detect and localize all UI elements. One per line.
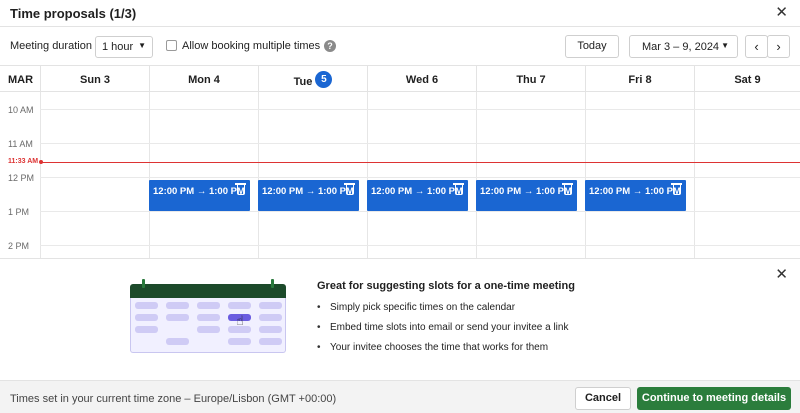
meeting-duration-value: 1 hour (102, 41, 134, 53)
info-bullet: Simply pick specific times on the calend… (317, 302, 568, 313)
time-slot-label: 12:00 PM → 1:00 PM (153, 186, 245, 197)
day-header-sun: Sun 3 (40, 66, 149, 93)
info-bullet: Your invitee chooses the time that works… (317, 342, 568, 353)
illustration-cell (259, 326, 282, 333)
current-time-line (40, 162, 800, 163)
illustration-header (130, 284, 286, 298)
info-panel-bullets: Simply pick specific times on the calend… (317, 302, 568, 362)
week-calendar: MAR Sun 3 Mon 4 Tue 5 Wed 6 Thu 7 Fri 8 S… (0, 65, 800, 258)
trash-icon[interactable] (344, 183, 355, 195)
time-label: 12 PM (8, 173, 35, 183)
current-time-label: 11:33 AM (8, 158, 39, 165)
help-icon[interactable]: ? (324, 40, 336, 52)
day-header-fri: Fri 8 (585, 66, 694, 93)
dialog-title: Time proposals (1/3) (10, 6, 137, 21)
illustration-cell (259, 302, 282, 309)
time-slot-mon[interactable]: 12:00 PM → 1:00 PM (149, 180, 250, 211)
timezone-text: Times set in your current time zone – Eu… (10, 393, 337, 405)
chevron-left-icon[interactable]: ‹ (745, 35, 768, 58)
trash-icon[interactable] (671, 183, 682, 195)
current-time-dot (39, 160, 43, 164)
hour-line (40, 245, 800, 246)
dialog-header: Time proposals (1/3) ✕ (0, 0, 800, 27)
day-header-sat: Sat 9 (694, 66, 800, 93)
time-slot-label: 12:00 PM → 1:00 PM (589, 186, 681, 197)
column-divider (476, 92, 477, 258)
illustration-cell (166, 338, 189, 345)
time-slot-wed[interactable]: 12:00 PM → 1:00 PM (367, 180, 468, 211)
time-slot-thu[interactable]: 12:00 PM → 1:00 PM (476, 180, 577, 211)
time-slot-label: 12:00 PM → 1:00 PM (371, 186, 463, 197)
column-divider (40, 92, 41, 258)
illustration-cell (197, 314, 220, 321)
close-icon[interactable]: ✕ (775, 4, 788, 22)
illustration-cell (197, 326, 220, 333)
time-slot-tue[interactable]: 12:00 PM → 1:00 PM (258, 180, 359, 211)
info-panel: ✕ ☝ Great for suggesting slots for a one… (0, 258, 800, 380)
date-range-value: Mar 3 – 9, 2024 (642, 41, 720, 53)
meeting-duration-label: Meeting duration (10, 40, 92, 52)
caret-down-icon: ▼ (721, 41, 729, 50)
allow-multiple-checkbox[interactable] (166, 40, 177, 51)
info-panel-title: Great for suggesting slots for a one-tim… (317, 280, 575, 292)
dialog-footer: Times set in your current time zone – Eu… (0, 380, 800, 413)
day-header-mon: Mon 4 (149, 66, 258, 93)
illustration-peg (142, 279, 145, 288)
calendar-illustration: ☝ (130, 279, 286, 353)
today-button[interactable]: Today (565, 35, 619, 58)
illustration-cell (166, 314, 189, 321)
trash-icon[interactable] (235, 183, 246, 195)
time-slot-label: 12:00 PM → 1:00 PM (262, 186, 354, 197)
time-label: 1 PM (8, 207, 30, 217)
hour-line (40, 177, 800, 178)
illustration-cell (135, 326, 158, 333)
column-divider (258, 92, 259, 258)
illustration-peg (271, 279, 274, 288)
trash-icon[interactable] (562, 183, 573, 195)
close-icon[interactable]: ✕ (775, 265, 788, 283)
time-label: 2 PM (8, 241, 30, 251)
illustration-cell (135, 302, 158, 309)
chevron-right-icon[interactable]: › (767, 35, 790, 58)
day-header-wed: Wed 6 (367, 66, 476, 93)
day-header-thu: Thu 7 (476, 66, 585, 93)
column-divider (694, 92, 695, 258)
illustration-cell (259, 314, 282, 321)
column-divider (585, 92, 586, 258)
day-header-row: MAR Sun 3 Mon 4 Tue 5 Wed 6 Thu 7 Fri 8 S… (0, 65, 800, 93)
cancel-button[interactable]: Cancel (575, 387, 631, 410)
illustration-cell (259, 338, 282, 345)
illustration-cell (166, 302, 189, 309)
today-badge: 5 (315, 71, 333, 88)
hand-cursor-icon: ☝ (236, 313, 244, 328)
month-label: MAR (8, 74, 34, 86)
time-label: 11 AM (8, 139, 33, 149)
column-divider (149, 92, 150, 258)
time-label: 10 AM (8, 105, 34, 115)
day-header-tue: Tue 5 (258, 66, 367, 93)
illustration-cell (228, 338, 251, 345)
time-slot-fri[interactable]: 12:00 PM → 1:00 PM (585, 180, 686, 211)
column-divider (367, 92, 368, 258)
allow-multiple-label[interactable]: Allow booking multiple times (182, 40, 320, 52)
date-range-select[interactable]: Mar 3 – 9, 2024 ▼ (629, 35, 738, 58)
illustration-cell (197, 302, 220, 309)
illustration-cell (135, 314, 158, 321)
toolbar: Meeting duration 1 hour ▼ Allow booking … (0, 27, 800, 65)
hour-line (40, 109, 800, 110)
hour-line (40, 211, 800, 212)
meeting-duration-select[interactable]: 1 hour ▼ (95, 36, 153, 58)
trash-icon[interactable] (453, 183, 464, 195)
info-bullet: Embed time slots into email or send your… (317, 322, 568, 333)
illustration-cell (228, 302, 251, 309)
hour-line (40, 143, 800, 144)
caret-down-icon: ▼ (138, 41, 146, 50)
continue-button[interactable]: Continue to meeting details (637, 387, 791, 410)
time-slot-label: 12:00 PM → 1:00 PM (480, 186, 572, 197)
